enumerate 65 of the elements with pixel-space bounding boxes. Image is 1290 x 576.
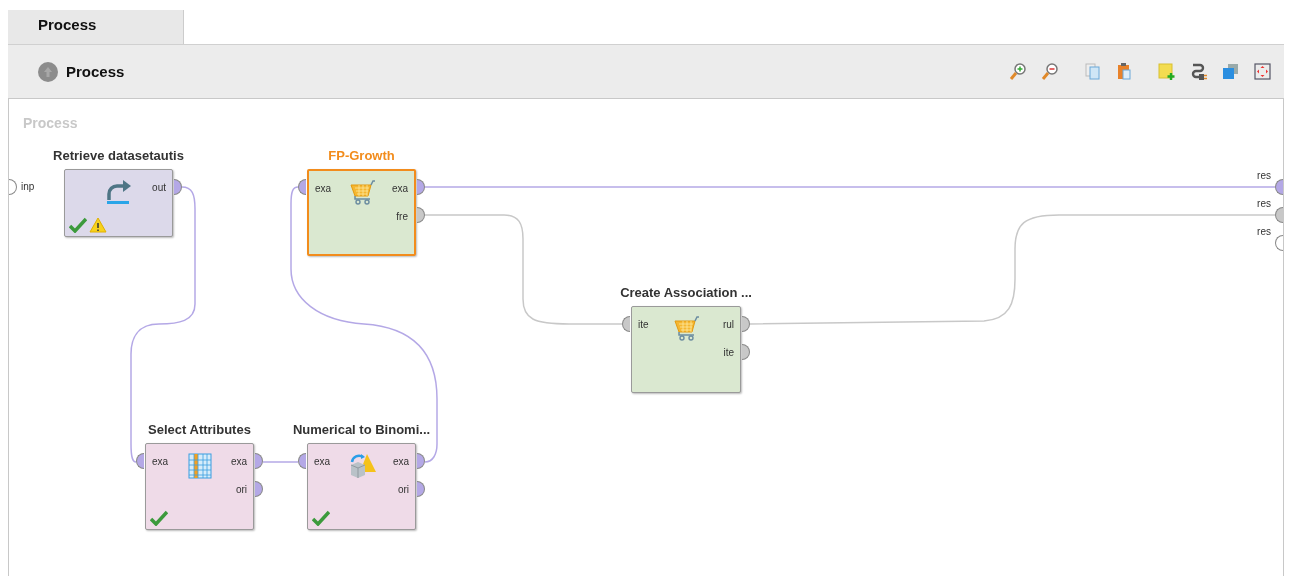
stacked-squares-icon bbox=[1221, 61, 1241, 82]
operator-title: FP-Growth bbox=[328, 148, 395, 163]
operator-node[interactable]: exa exa fre bbox=[307, 169, 416, 256]
port-label: ite bbox=[638, 319, 649, 331]
zoom-out-icon bbox=[1041, 61, 1061, 82]
port-label: res bbox=[1257, 198, 1271, 210]
copy-icon bbox=[1083, 61, 1103, 82]
wire-segment[interactable] bbox=[262, 461, 299, 463]
wire-segment[interactable] bbox=[522, 298, 570, 325]
output-port[interactable] bbox=[255, 453, 263, 469]
zoom-in-icon bbox=[1009, 61, 1029, 82]
plug-icon bbox=[1189, 61, 1209, 82]
output-port[interactable] bbox=[417, 453, 425, 469]
cart-icon bbox=[347, 179, 376, 207]
port-label: exa bbox=[152, 456, 169, 468]
breadcrumb-label: Process bbox=[66, 63, 125, 80]
port-label: ite bbox=[723, 347, 734, 359]
port-label: exa bbox=[315, 183, 332, 195]
input-port[interactable] bbox=[136, 453, 144, 469]
operator-title: Create Association ... bbox=[620, 285, 752, 300]
port-label: fre bbox=[396, 211, 408, 223]
process-output-port[interactable] bbox=[1275, 235, 1283, 251]
operator-title: Select Attributes bbox=[148, 422, 251, 437]
operator-title: Numerical to Binomi... bbox=[292, 422, 431, 437]
wire-segment[interactable] bbox=[290, 186, 299, 205]
port-label: ori bbox=[397, 484, 409, 496]
wire-segment[interactable] bbox=[130, 303, 196, 355]
port-label: res bbox=[1257, 170, 1271, 182]
operator-node[interactable]: ite rul ite bbox=[631, 306, 741, 393]
operator-node[interactable]: exa exa ori bbox=[307, 443, 416, 530]
wire-segment[interactable] bbox=[424, 443, 438, 463]
operator-node[interactable]: out bbox=[64, 169, 173, 237]
cart-icon bbox=[672, 315, 700, 343]
process-input-port[interactable] bbox=[9, 179, 17, 195]
port-label: exa bbox=[391, 183, 408, 195]
operator-node[interactable]: exa exa ori bbox=[145, 443, 254, 530]
output-port[interactable] bbox=[417, 481, 425, 497]
port-label: out bbox=[152, 182, 166, 194]
wire-segment[interactable] bbox=[1014, 214, 1060, 250]
port-label: exa bbox=[230, 456, 247, 468]
output-port[interactable] bbox=[417, 207, 425, 223]
output-port[interactable] bbox=[417, 179, 425, 195]
input-port[interactable] bbox=[622, 316, 630, 332]
note-icon bbox=[1157, 61, 1177, 82]
output-port[interactable] bbox=[255, 481, 263, 497]
process-output-port[interactable] bbox=[1275, 207, 1283, 223]
wire-segment[interactable] bbox=[130, 443, 137, 463]
port-label: rul bbox=[722, 319, 734, 331]
input-port[interactable] bbox=[298, 453, 306, 469]
table-icon bbox=[186, 452, 213, 480]
fit-frame-icon bbox=[1253, 61, 1273, 82]
wire-segment[interactable] bbox=[181, 186, 196, 210]
port-label: exa bbox=[314, 456, 331, 468]
output-port[interactable] bbox=[174, 179, 182, 195]
port-label: inp bbox=[21, 181, 35, 193]
port-label: exa bbox=[392, 456, 409, 468]
port-label: res bbox=[1257, 226, 1271, 238]
input-port[interactable] bbox=[298, 179, 306, 195]
output-port[interactable] bbox=[742, 344, 750, 360]
operator-title: Retrieve datasetautis bbox=[53, 148, 184, 163]
process-output-port[interactable] bbox=[1275, 179, 1283, 195]
port-label: ori bbox=[235, 484, 247, 496]
wire-segment[interactable] bbox=[749, 278, 1016, 325]
output-port[interactable] bbox=[742, 316, 750, 332]
process-tab[interactable]: Process bbox=[8, 10, 184, 44]
